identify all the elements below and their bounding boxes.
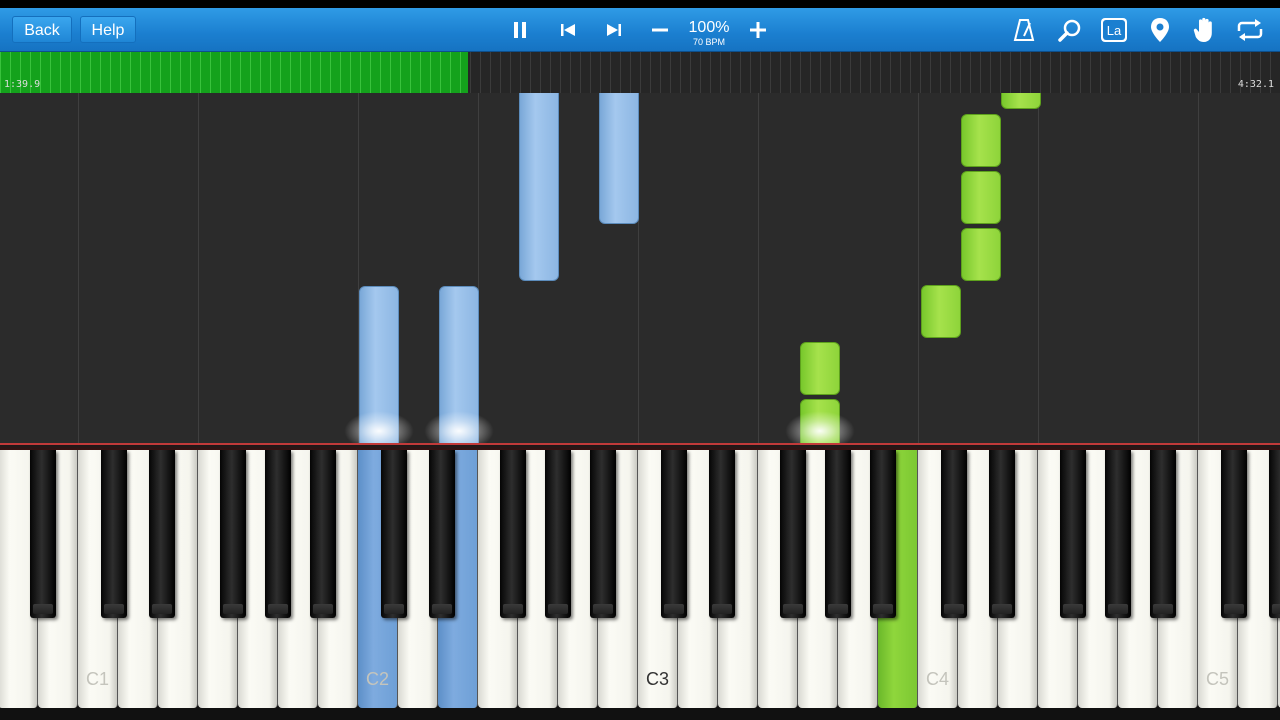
note-right-hand — [961, 228, 1001, 281]
black-key[interactable] — [989, 450, 1015, 618]
help-button[interactable]: Help — [80, 16, 136, 43]
falling-notes-area — [0, 93, 1280, 445]
octave-line — [1198, 93, 1199, 445]
black-key[interactable] — [310, 450, 336, 618]
language-glyph: La — [1106, 22, 1122, 38]
song-progress-bar[interactable]: 1:39.9 4:32.1 — [0, 52, 1280, 93]
key-label: C1 — [85, 669, 109, 689]
total-time: 4:32.1 — [1237, 79, 1274, 90]
back-button[interactable]: Back — [12, 16, 72, 43]
hand-icon[interactable] — [1188, 14, 1220, 46]
language-icon[interactable]: La — [1098, 14, 1130, 46]
black-key[interactable] — [1150, 450, 1176, 618]
black-key[interactable] — [1269, 450, 1280, 618]
piano-keyboard: C1 C2 C3 C4 C5 — [0, 450, 1280, 720]
octave-line — [198, 93, 199, 445]
map-pin-icon[interactable] — [1144, 14, 1176, 46]
note-hit-glow — [344, 411, 414, 445]
black-key[interactable] — [220, 450, 246, 618]
black-key[interactable] — [101, 450, 127, 618]
speed-percent: 100% — [688, 19, 730, 36]
minus-icon[interactable] — [644, 14, 676, 46]
black-key[interactable] — [590, 450, 616, 618]
note-right-hand — [1001, 93, 1041, 109]
speed-readout: 100% 70 BPM — [680, 20, 738, 48]
black-key[interactable] — [661, 450, 687, 618]
octave-line — [78, 93, 79, 445]
toolbar: Back Help 100% 70 BPM La — [0, 8, 1280, 52]
pause-icon[interactable] — [504, 14, 536, 46]
black-key[interactable] — [1105, 450, 1131, 618]
black-key[interactable] — [1060, 450, 1086, 618]
skip-forward-icon[interactable] — [598, 14, 630, 46]
note-right-hand — [961, 114, 1001, 167]
note-hit-glow — [785, 411, 855, 445]
key-label: C3 — [645, 669, 669, 689]
black-key[interactable] — [500, 450, 526, 618]
black-key[interactable] — [870, 450, 896, 618]
black-key[interactable] — [709, 450, 735, 618]
top-black-strip — [0, 0, 1280, 8]
key-label: C4 — [925, 669, 949, 689]
key-label: C5 — [1205, 669, 1229, 689]
skip-back-icon[interactable] — [552, 14, 584, 46]
black-key[interactable] — [825, 450, 851, 618]
black-key[interactable] — [149, 450, 175, 618]
black-key[interactable] — [1221, 450, 1247, 618]
note-left-hand — [599, 93, 639, 224]
black-key[interactable] — [30, 450, 56, 618]
black-key[interactable] — [545, 450, 571, 618]
black-key[interactable] — [941, 450, 967, 618]
hit-line — [0, 443, 1280, 450]
metronome-icon[interactable] — [1008, 14, 1040, 46]
search-icon[interactable] — [1054, 14, 1086, 46]
note-right-hand — [961, 171, 1001, 224]
song-progress-fill — [0, 52, 469, 93]
octave-line — [1038, 93, 1039, 445]
note-left-hand — [519, 93, 559, 281]
black-key[interactable] — [381, 450, 407, 618]
key-label: C2 — [365, 669, 389, 689]
black-key[interactable] — [780, 450, 806, 618]
speed-bpm: 70 BPM — [692, 37, 725, 47]
note-hit-glow — [424, 411, 494, 445]
loop-icon[interactable] — [1234, 14, 1266, 46]
note-right-hand — [921, 285, 961, 338]
plus-icon[interactable] — [742, 14, 774, 46]
elapsed-time: 1:39.9 — [4, 79, 41, 90]
black-key[interactable] — [429, 450, 455, 618]
octave-line — [918, 93, 919, 445]
note-right-hand — [800, 342, 840, 395]
black-key[interactable] — [265, 450, 291, 618]
octave-line — [758, 93, 759, 445]
